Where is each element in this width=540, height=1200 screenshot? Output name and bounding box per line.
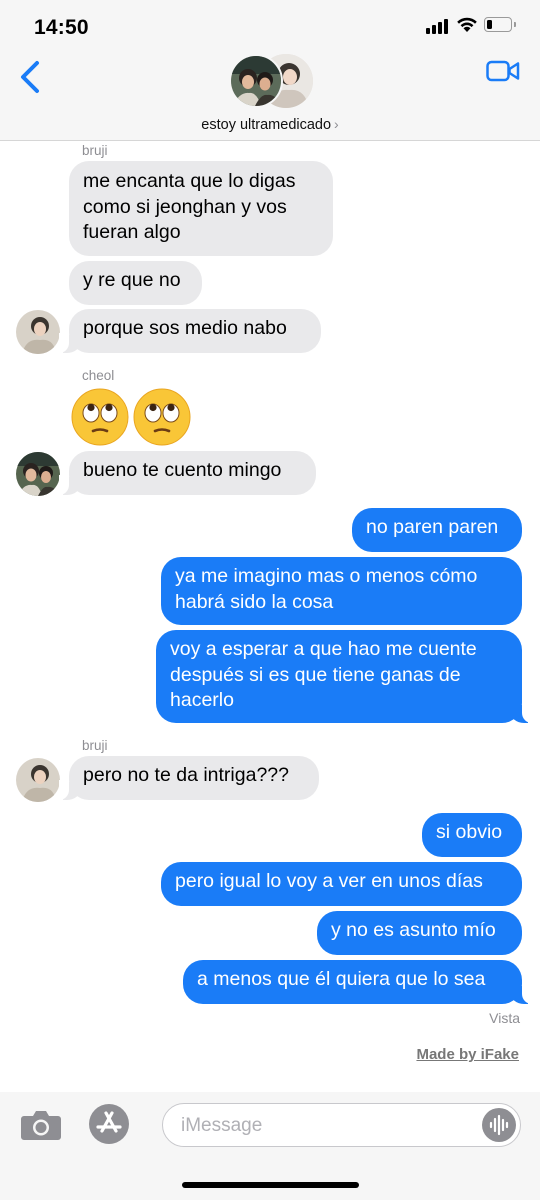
audio-waveform-icon[interactable] xyxy=(482,1108,516,1142)
message-input[interactable] xyxy=(179,1104,483,1148)
face-with-rolling-eyes-icon xyxy=(71,388,129,446)
sender-name: bruji xyxy=(82,143,108,158)
wifi-icon xyxy=(457,17,477,32)
message-bubble-outgoing[interactable]: voy a esperar a que hao me cuente despué… xyxy=(156,630,532,723)
avatar xyxy=(16,758,60,802)
sender-name: bruji xyxy=(82,738,108,753)
group-avatar[interactable] xyxy=(229,54,313,110)
avatar xyxy=(16,452,60,496)
camera-icon[interactable] xyxy=(20,1109,62,1141)
avatar xyxy=(229,54,283,108)
message-bubble-incoming[interactable]: pero no te da intriga??? xyxy=(59,756,319,800)
app-store-icon[interactable] xyxy=(89,1104,129,1144)
sender-name: cheol xyxy=(82,368,115,383)
message-bubble-outgoing[interactable]: ya me imagino mas o menos cómo habrá sid… xyxy=(161,557,522,625)
conversation-header: estoy ultramedicado › xyxy=(0,54,540,141)
message-bubble-incoming[interactable]: bueno te cuento mingo xyxy=(59,451,316,495)
message-bubble-outgoing[interactable]: y no es asunto mío xyxy=(317,911,522,955)
message-bubble-incoming[interactable]: porque sos medio nabo xyxy=(59,309,321,353)
message-bubble-incoming[interactable]: me encanta que lo digas como si jeonghan… xyxy=(69,161,333,256)
read-receipt: Vista xyxy=(489,1010,520,1026)
message-bubble-outgoing[interactable]: a menos que él quiera que lo sea xyxy=(183,960,532,1004)
chevron-right-icon: › xyxy=(334,116,339,132)
watermark: Made by iFake xyxy=(416,1046,519,1063)
message-bubble-outgoing[interactable]: si obvio xyxy=(422,813,522,857)
status-time: 14:50 xyxy=(34,16,89,39)
cellular-signal-icon xyxy=(426,18,450,34)
video-camera-icon[interactable] xyxy=(486,60,520,82)
message-bubble-outgoing[interactable]: pero igual lo voy a ver en unos días xyxy=(161,862,522,906)
status-bar: 14:50 xyxy=(0,0,540,54)
conversation-name: estoy ultramedicado xyxy=(201,117,332,133)
face-with-rolling-eyes-icon xyxy=(133,388,191,446)
conversation-title[interactable]: estoy ultramedicado › xyxy=(0,116,540,133)
battery-icon xyxy=(484,17,516,32)
home-indicator xyxy=(182,1182,359,1188)
message-bubble-outgoing[interactable]: no paren paren xyxy=(352,508,522,552)
message-bubble-incoming[interactable]: y re que no xyxy=(69,261,202,305)
avatar xyxy=(16,310,60,354)
message-input-container xyxy=(162,1103,521,1148)
chevron-left-icon[interactable] xyxy=(18,60,44,94)
